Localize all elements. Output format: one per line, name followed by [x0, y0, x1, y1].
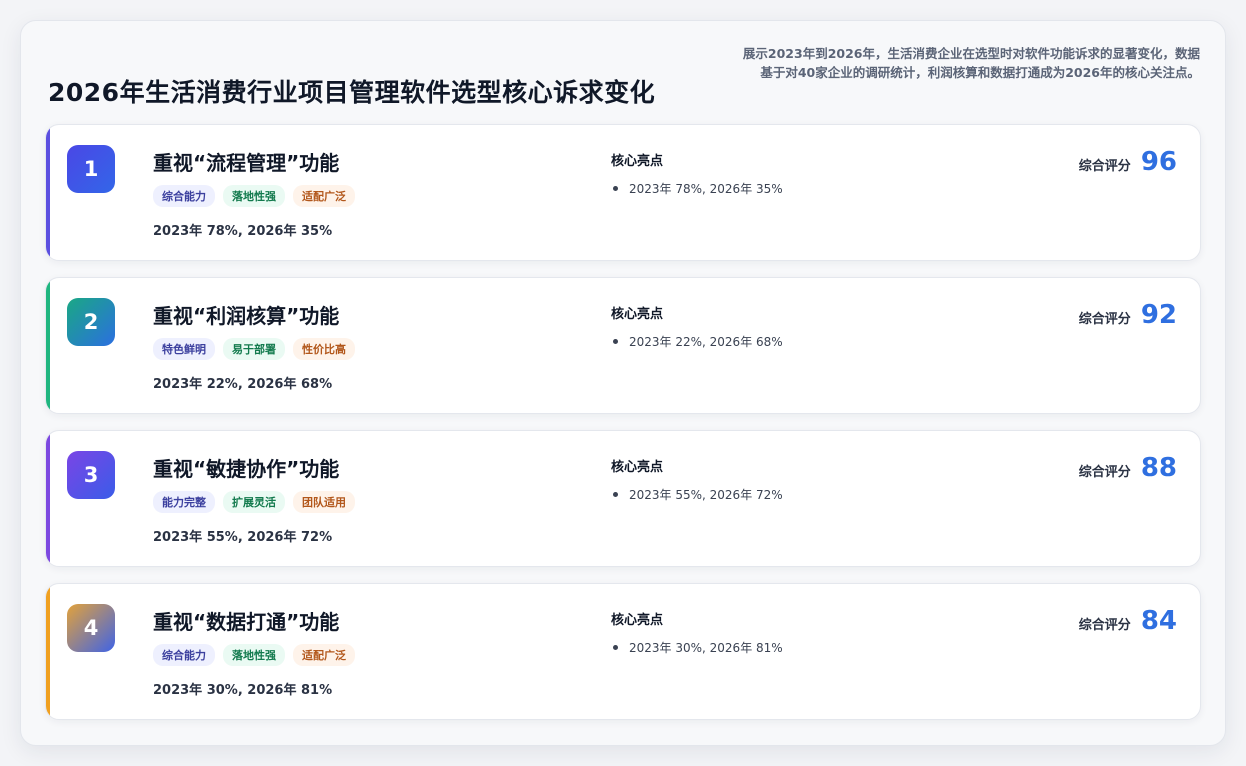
header: 2026年生活消费行业项目管理软件选型核心诉求变化 展示2023年到2026年，… [21, 21, 1225, 121]
tag-group: 特色鲜明 易于部署 性价比高 [153, 338, 355, 360]
tag-group: 综合能力 落地性强 适配广泛 [153, 185, 355, 207]
tag: 适配广泛 [293, 644, 355, 666]
card-title: 重视“利润核算”功能 [153, 304, 340, 328]
card-list: 1 重视“流程管理”功能 综合能力 落地性强 适配广泛 2023年 78%, 2… [45, 124, 1201, 736]
tag: 综合能力 [153, 185, 215, 207]
requirement-card: 4 重视“数据打通”功能 综合能力 落地性强 适配广泛 2023年 30%, 2… [45, 583, 1201, 720]
main-panel: 2026年生活消费行业项目管理软件选型核心诉求变化 展示2023年到2026年，… [20, 20, 1226, 746]
card-stat: 2023年 78%, 2026年 35% [153, 224, 333, 239]
tag: 扩展灵活 [223, 491, 285, 513]
tag: 落地性强 [223, 644, 285, 666]
highlights-title: 核心亮点 [611, 613, 664, 628]
highlight-item: 2023年 30%, 2026年 81% [611, 639, 783, 656]
highlights-list: 2023年 55%, 2026年 72% [611, 486, 783, 503]
rank-badge: 3 [67, 451, 115, 499]
highlight-item: 2023年 55%, 2026年 72% [611, 486, 783, 503]
page-title: 2026年生活消费行业项目管理软件选型核心诉求变化 [48, 78, 656, 107]
card-stat: 2023年 30%, 2026年 81% [153, 683, 333, 698]
highlight-item: 2023年 22%, 2026年 68% [611, 333, 783, 350]
card-accent-bar [46, 125, 50, 260]
highlights-list: 2023年 30%, 2026年 81% [611, 639, 783, 656]
requirement-card: 1 重视“流程管理”功能 综合能力 落地性强 适配广泛 2023年 78%, 2… [45, 124, 1201, 261]
rank-badge: 1 [67, 145, 115, 193]
highlights-title: 核心亮点 [611, 460, 664, 475]
score-label: 综合评分 [1078, 465, 1131, 480]
rank-badge: 4 [67, 604, 115, 652]
tag: 特色鲜明 [153, 338, 215, 360]
card-title: 重视“数据打通”功能 [153, 610, 340, 634]
tag: 落地性强 [223, 185, 285, 207]
score-group: 综合评分 88 [1079, 453, 1177, 483]
highlights-title: 核心亮点 [611, 307, 664, 322]
tag: 团队适用 [293, 491, 355, 513]
tag-group: 能力完整 扩展灵活 团队适用 [153, 491, 355, 513]
score-label: 综合评分 [1078, 618, 1131, 633]
tag: 性价比高 [293, 338, 355, 360]
requirement-card: 3 重视“敏捷协作”功能 能力完整 扩展灵活 团队适用 2023年 55%, 2… [45, 430, 1201, 567]
tag: 易于部署 [223, 338, 285, 360]
score-value: 84 [1140, 606, 1177, 636]
highlights-list: 2023年 22%, 2026年 68% [611, 333, 783, 350]
score-group: 综合评分 84 [1079, 606, 1177, 636]
score-group: 综合评分 96 [1079, 147, 1177, 177]
score-value: 92 [1140, 300, 1177, 330]
highlight-item: 2023年 78%, 2026年 35% [611, 180, 783, 197]
page-description: 展示2023年到2026年，生活消费企业在选型时对软件功能诉求的显著变化，数据基… [742, 46, 1200, 80]
tag: 综合能力 [153, 644, 215, 666]
score-value: 96 [1140, 147, 1177, 177]
score-label: 综合评分 [1078, 159, 1131, 174]
tag-group: 综合能力 落地性强 适配广泛 [153, 644, 355, 666]
card-stat: 2023年 22%, 2026年 68% [153, 377, 333, 392]
highlights-list: 2023年 78%, 2026年 35% [611, 180, 783, 197]
tag: 适配广泛 [293, 185, 355, 207]
card-title: 重视“敏捷协作”功能 [153, 457, 340, 481]
highlights-title: 核心亮点 [611, 154, 664, 169]
card-title: 重视“流程管理”功能 [153, 151, 340, 175]
score-value: 88 [1140, 453, 1177, 483]
rank-badge: 2 [67, 298, 115, 346]
card-accent-bar [46, 584, 50, 719]
requirement-card: 2 重视“利润核算”功能 特色鲜明 易于部署 性价比高 2023年 22%, 2… [45, 277, 1201, 414]
card-stat: 2023年 55%, 2026年 72% [153, 530, 333, 545]
card-accent-bar [46, 431, 50, 566]
card-accent-bar [46, 278, 50, 413]
tag: 能力完整 [153, 491, 215, 513]
score-group: 综合评分 92 [1079, 300, 1177, 330]
score-label: 综合评分 [1078, 312, 1131, 327]
